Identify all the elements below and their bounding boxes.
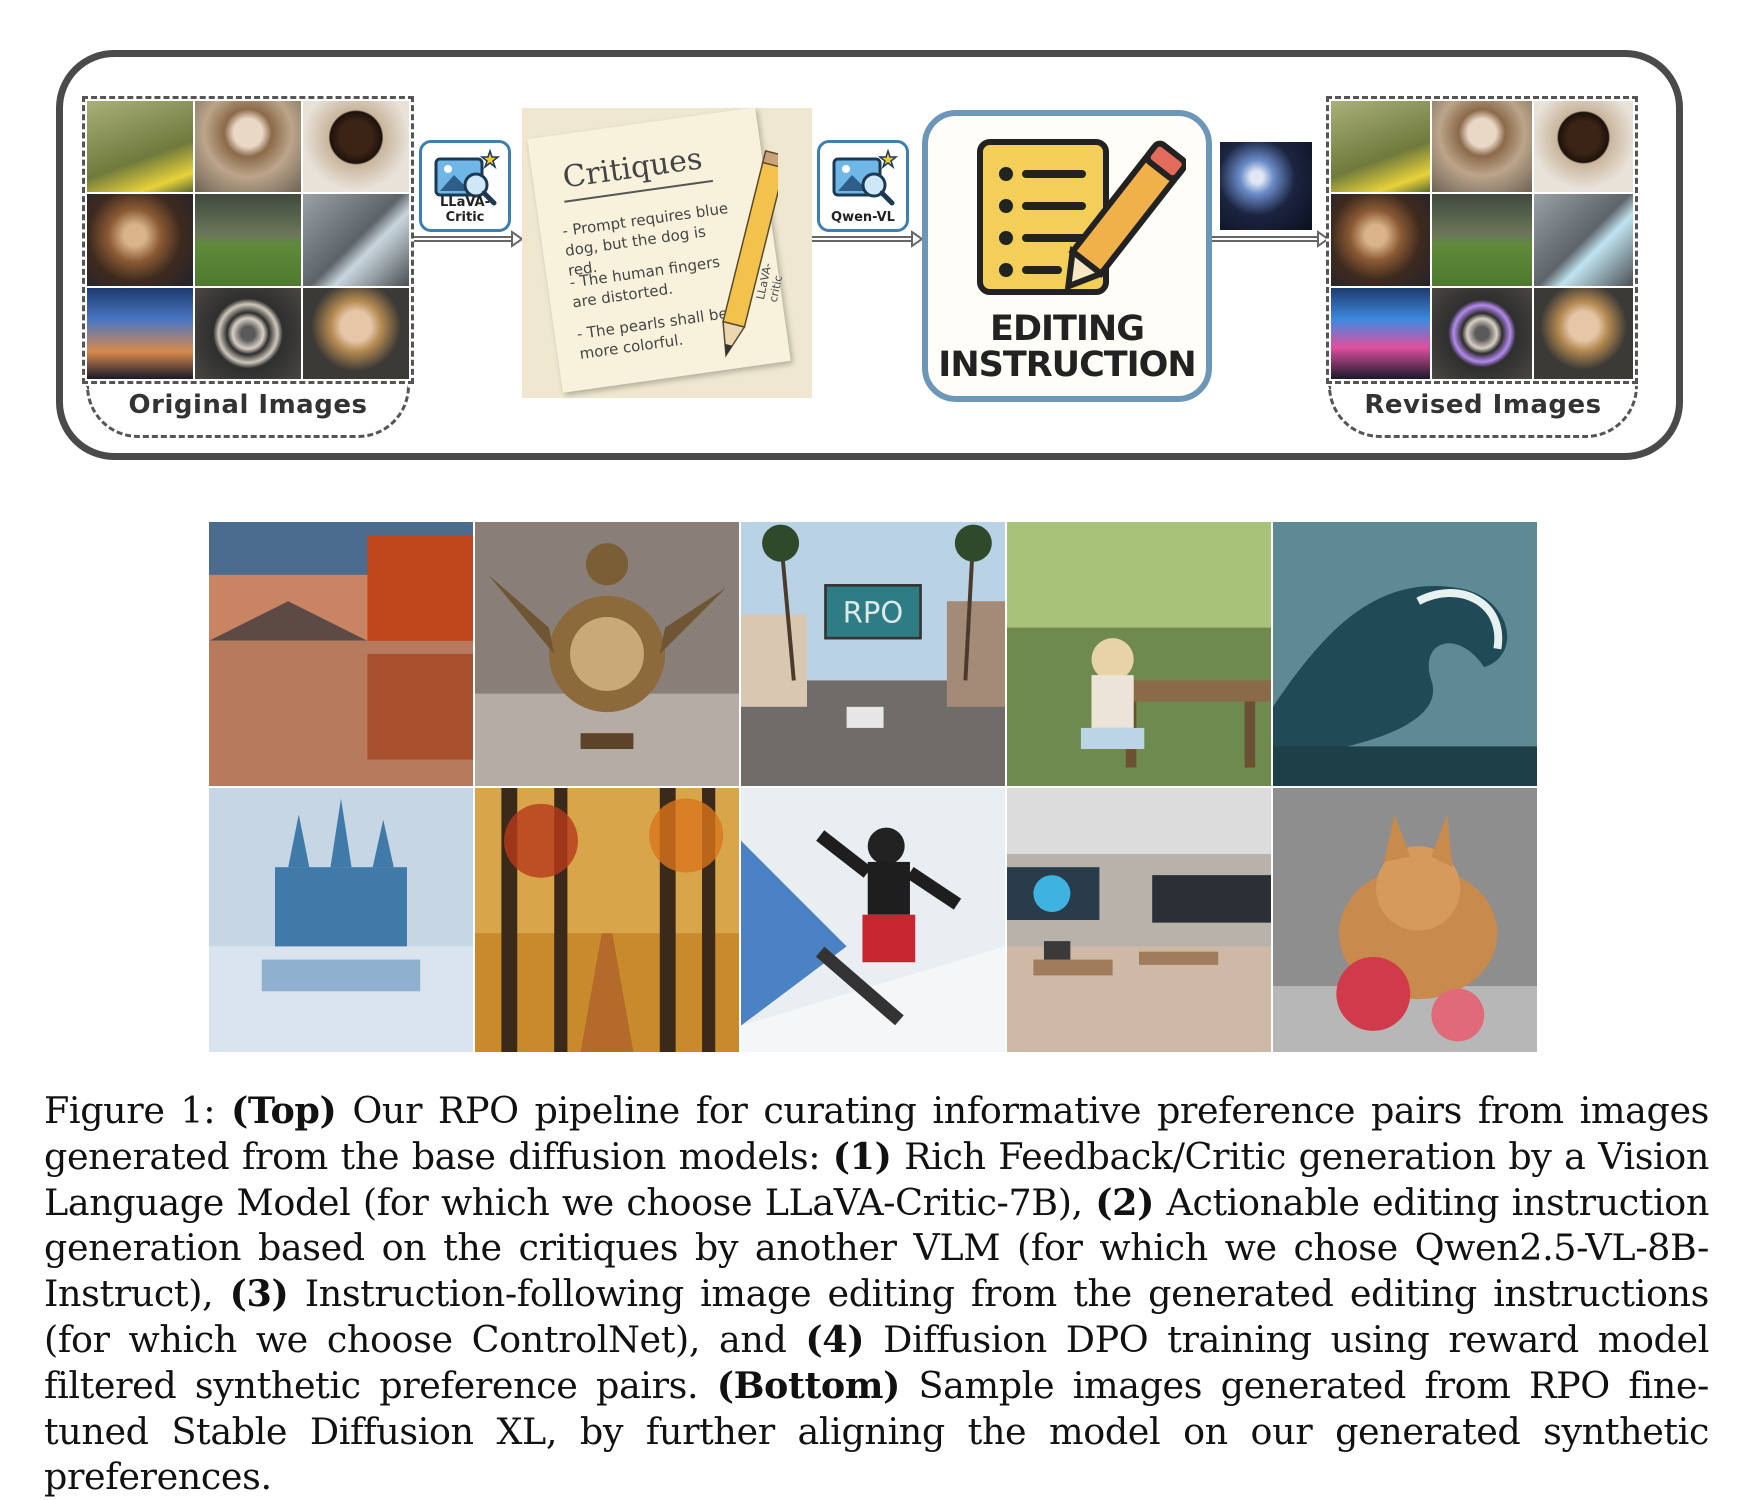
sample-autumn-forest (475, 788, 739, 1052)
figure-caption: Figure 1: (Top) Our RPO pipeline for cur… (44, 1088, 1709, 1500)
image-search-star-icon (832, 149, 899, 206)
sample-anime-girl-table (1007, 522, 1271, 786)
arrow-right-icon (812, 230, 924, 248)
rpo-sign-text: RPO (843, 595, 904, 629)
sample-lake-sunset (209, 522, 473, 786)
sample-images-grid: RPO (209, 522, 1537, 1052)
revised-tile-bear-field (1432, 194, 1532, 286)
revised-tile-dog (1331, 194, 1431, 286)
original-images-grid (82, 96, 414, 384)
editing-label-line1: EDITING (990, 309, 1145, 349)
step2-label: (2) (1095, 1180, 1155, 1224)
sample-rpo-street: RPO (741, 522, 1005, 786)
revised-tile-ornate-wheel (1432, 287, 1532, 379)
editing-label-line2: INSTRUCTION (938, 345, 1196, 385)
clipboard-pencil-icon (977, 139, 1186, 295)
sample-snowboarder (741, 788, 1005, 1052)
arrow-right-icon (1212, 230, 1330, 248)
revised-tile-woman-portrait (1533, 101, 1633, 193)
qwen-vl-badge: Qwen-VL (817, 140, 909, 232)
top-label: (Top) (231, 1089, 337, 1132)
original-tile-dog (87, 194, 193, 286)
edited-hand-thumbnail (1220, 142, 1312, 230)
arrow-right-icon (414, 230, 524, 248)
original-images-label: Original Images (86, 386, 410, 438)
step3-label: (3) (229, 1272, 289, 1316)
revised-images-label: Revised Images (1328, 386, 1638, 438)
original-tile-woman-portrait (303, 101, 409, 193)
original-tile-keyboard (303, 194, 409, 286)
sample-ice-castle (209, 788, 473, 1052)
critiques-title: Critiques (560, 141, 705, 196)
original-tile-doll (195, 101, 301, 193)
revised-tile-dragonfly (1331, 101, 1431, 193)
figure-label: Figure 1: (44, 1089, 216, 1132)
revised-tile-doll (1432, 101, 1532, 193)
revised-tile-neon-city (1331, 287, 1431, 379)
sample-ocean-wave (1273, 522, 1537, 786)
original-tile-ornate-wheel (195, 287, 301, 379)
original-tile-bear-field (195, 194, 301, 286)
sample-steampunk-bird (475, 522, 739, 786)
revised-images-grid (1326, 96, 1638, 384)
step4-label: (4) (805, 1317, 865, 1361)
llava-critic-badge: LLaVA-Critic (419, 140, 511, 232)
sample-classroom (1007, 788, 1271, 1052)
revised-tile-girl-portrait (1533, 287, 1633, 379)
bottom-label: (Bottom) (716, 1363, 901, 1407)
original-tile-girl-portrait (303, 287, 409, 379)
step1-label: (1) (832, 1134, 892, 1178)
revised-tile-keyboard (1533, 194, 1633, 286)
sample-cat-yarn (1273, 788, 1537, 1052)
llava-critic-label: LLaVA-Critic (440, 195, 490, 225)
original-tile-dragonfly (87, 101, 193, 193)
original-tile-neon-city (87, 287, 193, 379)
critiques-card: Critiques - Prompt requires blue dog, bu… (522, 107, 812, 398)
qwen-vl-label: Qwen-VL (831, 210, 895, 225)
editing-instruction-box: EDITING INSTRUCTION (922, 110, 1212, 402)
